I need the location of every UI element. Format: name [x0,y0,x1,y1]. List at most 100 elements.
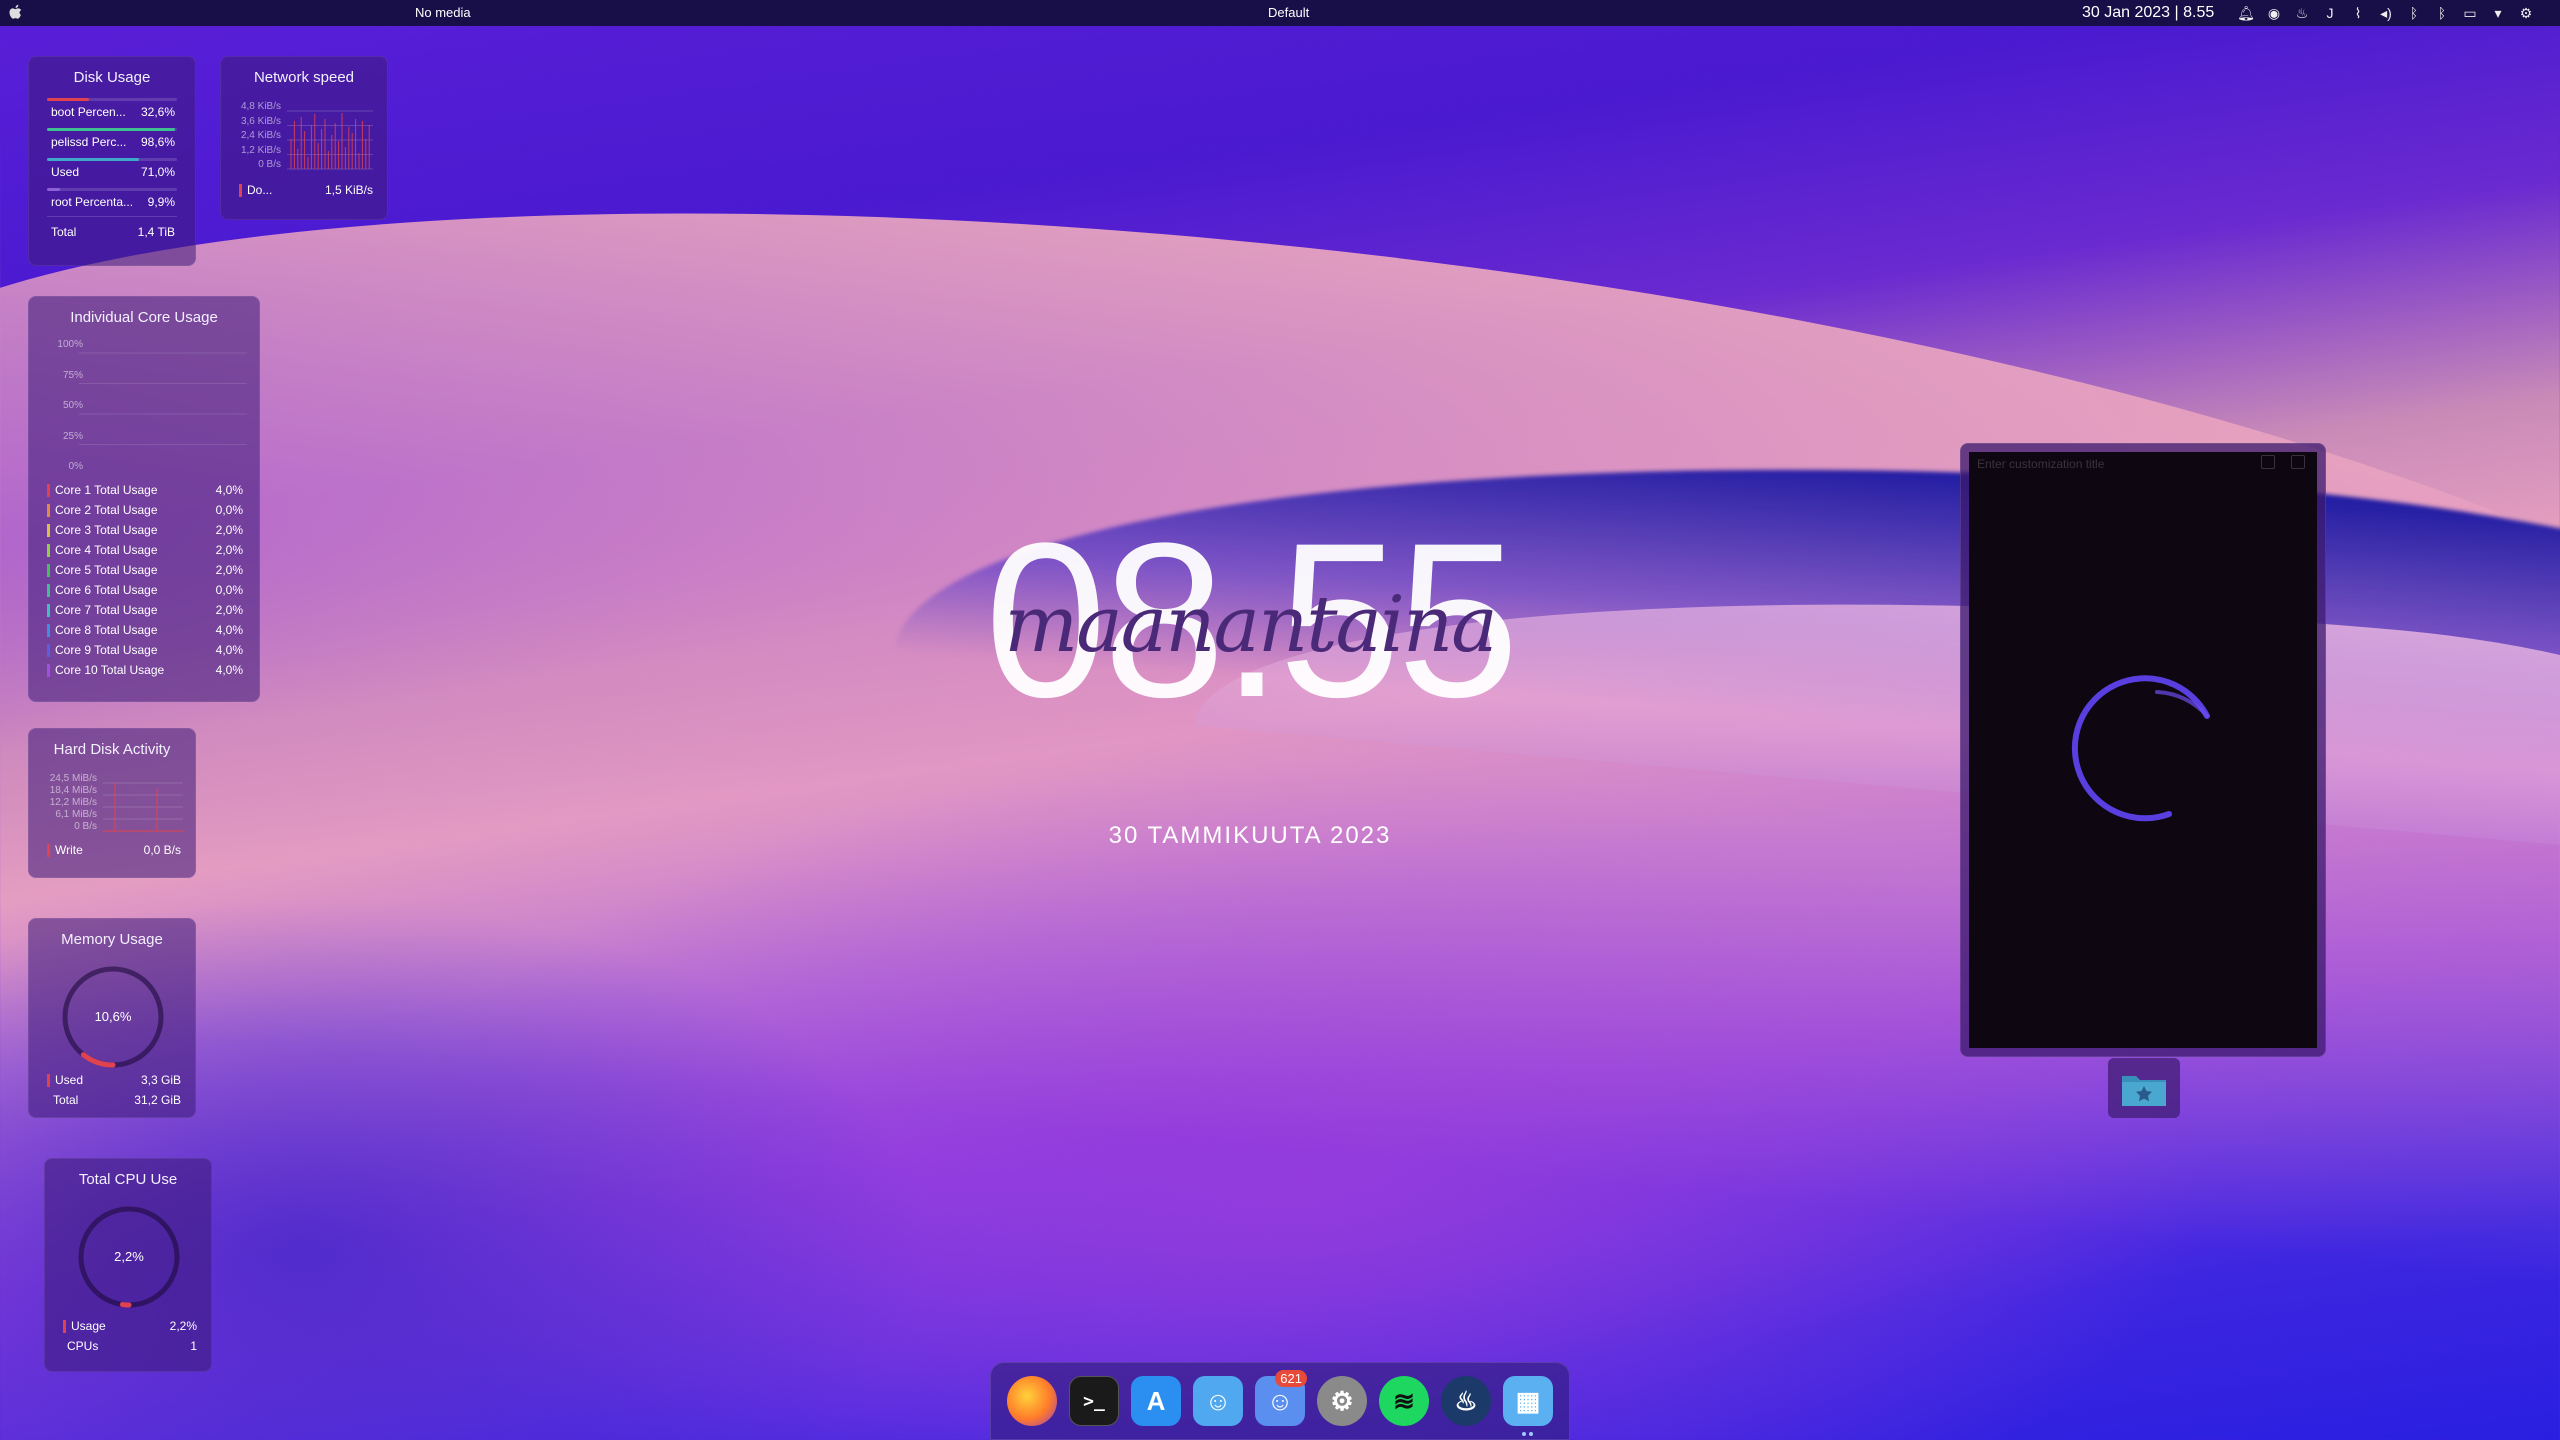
disk-usage-label: Used [51,165,80,179]
widget-title: Disk Usage [73,69,151,86]
customization-panel[interactable]: Enter customization title [1960,443,2326,1057]
usage-bar-track [47,188,177,191]
steam-icon[interactable]: ♨ [2292,3,2312,23]
top-panel: No media Default 30 Jan 2023 | 8.55 🔔︎ ◉… [0,0,2560,26]
legend-value: 2,0% [215,543,243,557]
dock-glyph: A [1146,1385,1166,1416]
folder-star-icon [2122,1076,2166,1106]
core-legend-row: Core 7 Total Usage 2,0% [47,603,243,619]
media-player-label[interactable]: No media [415,5,471,20]
screen-icon[interactable]: ▭ [2460,3,2480,23]
legend-label: Core 8 Total Usage [55,623,158,637]
j-icon[interactable]: J [2320,3,2340,23]
legend-value: 31,2 GiB [134,1093,181,1107]
disk-usage-value: 1,4 TiB [137,225,175,239]
memory-usage-widget[interactable]: Memory Usage 10,6% Used 3,3 GiB Total 31… [28,918,196,1118]
disk-usage-label: root Percenta... [51,195,134,209]
dock-system-settings-icon[interactable]: ⚙ [1317,1376,1367,1426]
dock-glyph: ▦ [1515,1385,1541,1416]
legend-label: Core 5 Total Usage [55,563,158,577]
caret-down-icon[interactable]: ▾ [2488,3,2508,23]
dock-steam-icon[interactable]: ♨ [1441,1376,1491,1426]
axis-tick-label: 18,4 MiB/s [49,785,97,796]
total-cpu-widget[interactable]: Total CPU Use 2,2% Usage 2,2% CPUs 1 [44,1158,212,1372]
legend-swatch [47,544,50,557]
discord-icon[interactable]: ◉ [2264,3,2284,23]
widget-title: Hard Disk Activity [53,741,171,758]
save-icon[interactable] [2261,455,2275,469]
disk-usage-row: Total 1,4 TiB [47,214,177,244]
disk-usage-widget[interactable]: Disk Usage boot Percen... 32,6% pelissd Pe… [28,56,196,266]
legend-swatch [47,664,50,677]
settings-icon[interactable] [2291,455,2305,469]
panel-clock[interactable]: 30 Jan 2023 | 8.55 [2082,4,2214,22]
memory-legend-total: Total 31,2 GiB [47,1093,181,1109]
dock-glyph: ☺ [1266,1385,1294,1416]
memory-legend-used: Used 3,3 GiB [47,1073,181,1089]
dock-launchpad-icon[interactable]: ▦ [1503,1376,1553,1426]
network-speed-widget[interactable]: Network speed 4,8 KiB/s 3,6 KiB/s 2,4 KiB/… [220,56,388,220]
axis-tick-label: 75% [62,369,83,381]
legend-label: Write [55,843,83,857]
paperclip-icon[interactable]: ⌇ [2348,3,2368,23]
legend-swatch [47,564,50,577]
widget-title: Total CPU Use [78,1171,178,1188]
loading-spinner-icon [2071,675,2210,822]
axis-tick-label: 2,4 KiB/s [240,130,281,141]
favorites-folder[interactable] [2108,1058,2180,1118]
legend-swatch [47,584,50,597]
axis-tick-label: 24,5 MiB/s [49,773,97,784]
network-legend: Do... 1,5 KiB/s [239,183,373,199]
legend-value: 4,0% [215,623,243,637]
disk-usage-label: Total [51,225,77,239]
axis-tick-label: 12,2 MiB/s [49,797,97,808]
axis-tick-label: 0 B/s [258,159,281,170]
axis-tick-label: 1,2 KiB/s [240,144,281,156]
disk-usage-row: pelissd Perc... 98,6% [47,124,177,154]
disk-usage-row: boot Percen... 32,6% [47,94,177,124]
dock-glyph: >_ [1083,1390,1105,1412]
volume-icon[interactable]: ◂) [2376,3,2396,23]
core-legend-row: Core 6 Total Usage 0,0% [47,583,243,599]
dock-finder-icon[interactable]: ☺ [1193,1376,1243,1426]
customization-title-input[interactable]: Enter customization title [1977,457,2104,471]
core-legend-row: Core 8 Total Usage 4,0% [47,623,243,639]
disk-usage-value: 9,9% [147,195,175,209]
legend-label: Core 3 Total Usage [55,523,158,537]
widget-title: Network speed [253,69,355,86]
legend-value: 2,0% [215,603,243,617]
usage-bar-fill [47,98,90,101]
activity-label[interactable]: Default [1268,5,1309,20]
dock-firefox-icon[interactable] [1007,1376,1057,1426]
apple-menu-icon[interactable] [8,4,24,22]
axis-tick-label: 25% [62,430,83,442]
core-usage-widget[interactable]: Individual Core Usage 100% 75% 50% 25% 0% Co… [28,296,260,702]
core-legend-row: Core 3 Total Usage 2,0% [47,523,243,539]
axis-tick-label: 3,6 KiB/s [240,115,281,127]
bluetooth-icon[interactable]: ᛒ [2404,3,2424,23]
dock-terminal-icon[interactable]: >_ [1069,1376,1119,1426]
legend-label: Core 4 Total Usage [55,543,158,557]
usage-bar-track [47,158,177,161]
legend-label: Core 7 Total Usage [55,603,158,617]
legend-label: Used [55,1073,84,1087]
usage-bar-fill [47,188,60,191]
desktop-clock-date: 30 TAMMIKUUTA 2023 [1108,822,1392,849]
usage-bar-fill [47,158,140,161]
dock-discord-icon[interactable]: ☺ 621 [1255,1370,1307,1426]
bell-icon[interactable]: 🔔︎ [2236,3,2256,23]
legend-value: 4,0% [215,483,243,497]
widget-title: Individual Core Usage [70,309,218,326]
bluetooth-alt-icon[interactable]: ᛒ [2432,3,2452,23]
legend-value: 3,3 GiB [140,1073,181,1087]
disk-usage-row: root Percenta... 9,9% [47,184,177,214]
hard-disk-activity-widget[interactable]: Hard Disk Activity 24,5 MiB/s 18,4 MiB/s 1… [28,728,196,878]
legend-value: 0,0 B/s [143,843,181,857]
widget-title: Memory Usage [61,931,163,948]
dock-app-store-icon[interactable]: A [1131,1376,1181,1426]
core-chart [79,352,247,445]
gear-icon[interactable]: ⚙ [2516,3,2536,23]
dock-glyph: ⚙ [1330,1385,1354,1416]
network-chart [287,110,373,170]
dock-spotify-icon[interactable]: ≋ [1379,1376,1429,1426]
